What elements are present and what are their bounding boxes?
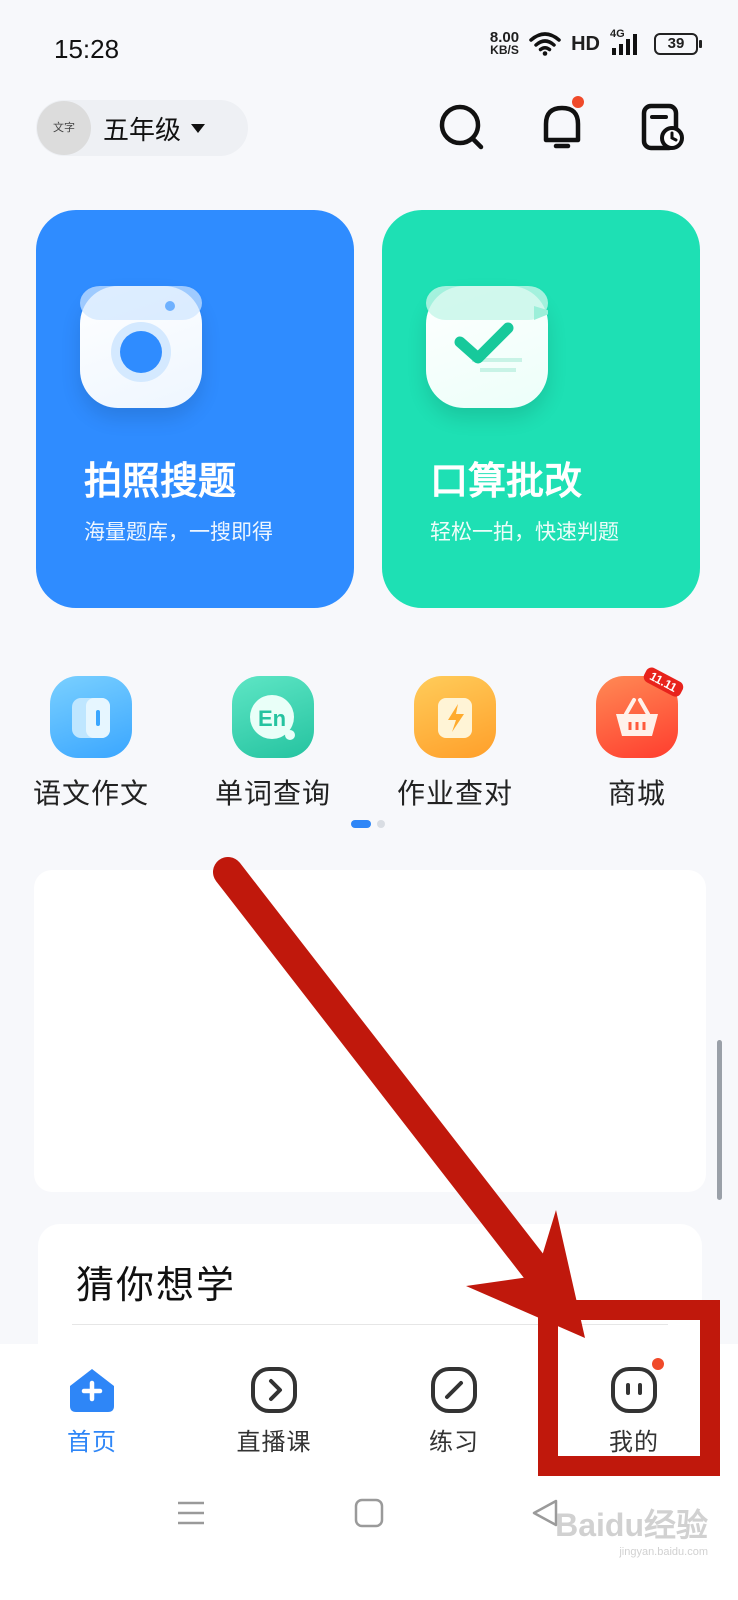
divider <box>72 1324 668 1325</box>
notification-dot <box>572 96 584 108</box>
camera-icon <box>80 286 202 408</box>
quick-entry-composition[interactable]: 语文作文 <box>16 676 166 812</box>
quick-entry-mall[interactable]: 11.11 商城 <box>562 665 712 812</box>
page-indicator <box>351 820 385 828</box>
card-title: 拍照搜题 <box>84 459 237 503</box>
status-bar: 15:28 8.00 KB/S HD 4G 39 <box>0 0 738 96</box>
card-title: 口算批改 <box>430 459 583 503</box>
play-icon <box>250 1366 298 1414</box>
section-title: 猜你想学 <box>76 1263 237 1307</box>
check-board-icon <box>426 286 554 408</box>
photo-search-card[interactable]: 拍照搜题 海量题库，一搜即得 <box>36 210 354 608</box>
menu-icon[interactable] <box>176 1498 206 1532</box>
tab-label: 首页 <box>67 1428 117 1456</box>
hd-indicator: HD <box>571 32 600 55</box>
quick-entry-label: 商城 <box>607 777 666 810</box>
grade-label: 五年级 <box>103 115 182 146</box>
tab-mine[interactable]: 我的 <box>564 1358 704 1457</box>
search-icon[interactable] <box>436 100 488 154</box>
math-check-card[interactable]: 口算批改 轻松一拍，快速判题 <box>382 210 700 608</box>
lightning-icon <box>414 676 496 758</box>
bottom-nav: 首页 直播课 练习 我的 <box>0 1344 738 1600</box>
quick-entry-label: 语文作文 <box>32 777 149 810</box>
svg-text:En: En <box>258 706 286 731</box>
home-icon <box>68 1366 116 1414</box>
signal-icon: 4G <box>610 28 644 56</box>
bell-icon[interactable] <box>536 96 588 154</box>
notebook-icon <box>50 676 132 758</box>
status-time: 15:28 <box>54 34 120 64</box>
quick-entry-label: 作业查对 <box>396 777 513 810</box>
tab-live[interactable]: 直播课 <box>204 1366 344 1457</box>
wifi-icon <box>529 32 561 56</box>
quick-entry-homework-check[interactable]: 作业查对 <box>380 676 530 812</box>
tab-label: 我的 <box>609 1428 659 1456</box>
clock-doc-icon[interactable] <box>636 100 688 154</box>
en-icon: En <box>232 676 314 758</box>
quick-entry-word-lookup[interactable]: En 单词查询 <box>198 676 348 812</box>
battery-indicator: 39 <box>654 33 702 55</box>
banner-area[interactable] <box>34 870 706 1192</box>
notification-dot <box>652 1358 664 1370</box>
pen-icon <box>430 1366 478 1414</box>
tab-label: 直播课 <box>236 1428 312 1456</box>
face-icon <box>610 1358 664 1414</box>
avatar[interactable]: 文字 <box>37 101 91 155</box>
scrollbar[interactable] <box>717 1040 722 1200</box>
network-speed: 8.00 KB/S <box>489 29 520 57</box>
card-subtitle: 轻松一拍，快速判题 <box>430 520 619 544</box>
tab-practice[interactable]: 练习 <box>384 1366 524 1457</box>
card-subtitle: 海量题库，一搜即得 <box>84 520 273 544</box>
basket-icon: 11.11 <box>596 665 686 758</box>
watermark: Baidu经验 jingyan.baidu.com <box>555 1507 708 1558</box>
page-dot-active <box>351 820 371 828</box>
page-dot <box>377 820 385 828</box>
tab-label: 练习 <box>429 1428 479 1456</box>
grade-selector[interactable]: 文字 五年级 <box>36 100 248 156</box>
quick-entry-label: 单词查询 <box>214 777 331 810</box>
status-icons: 8.00 KB/S HD 4G 39 <box>489 28 702 57</box>
caret-down-icon <box>191 123 206 133</box>
home-square-icon[interactable] <box>354 1498 384 1532</box>
tab-home[interactable]: 首页 <box>22 1366 162 1457</box>
